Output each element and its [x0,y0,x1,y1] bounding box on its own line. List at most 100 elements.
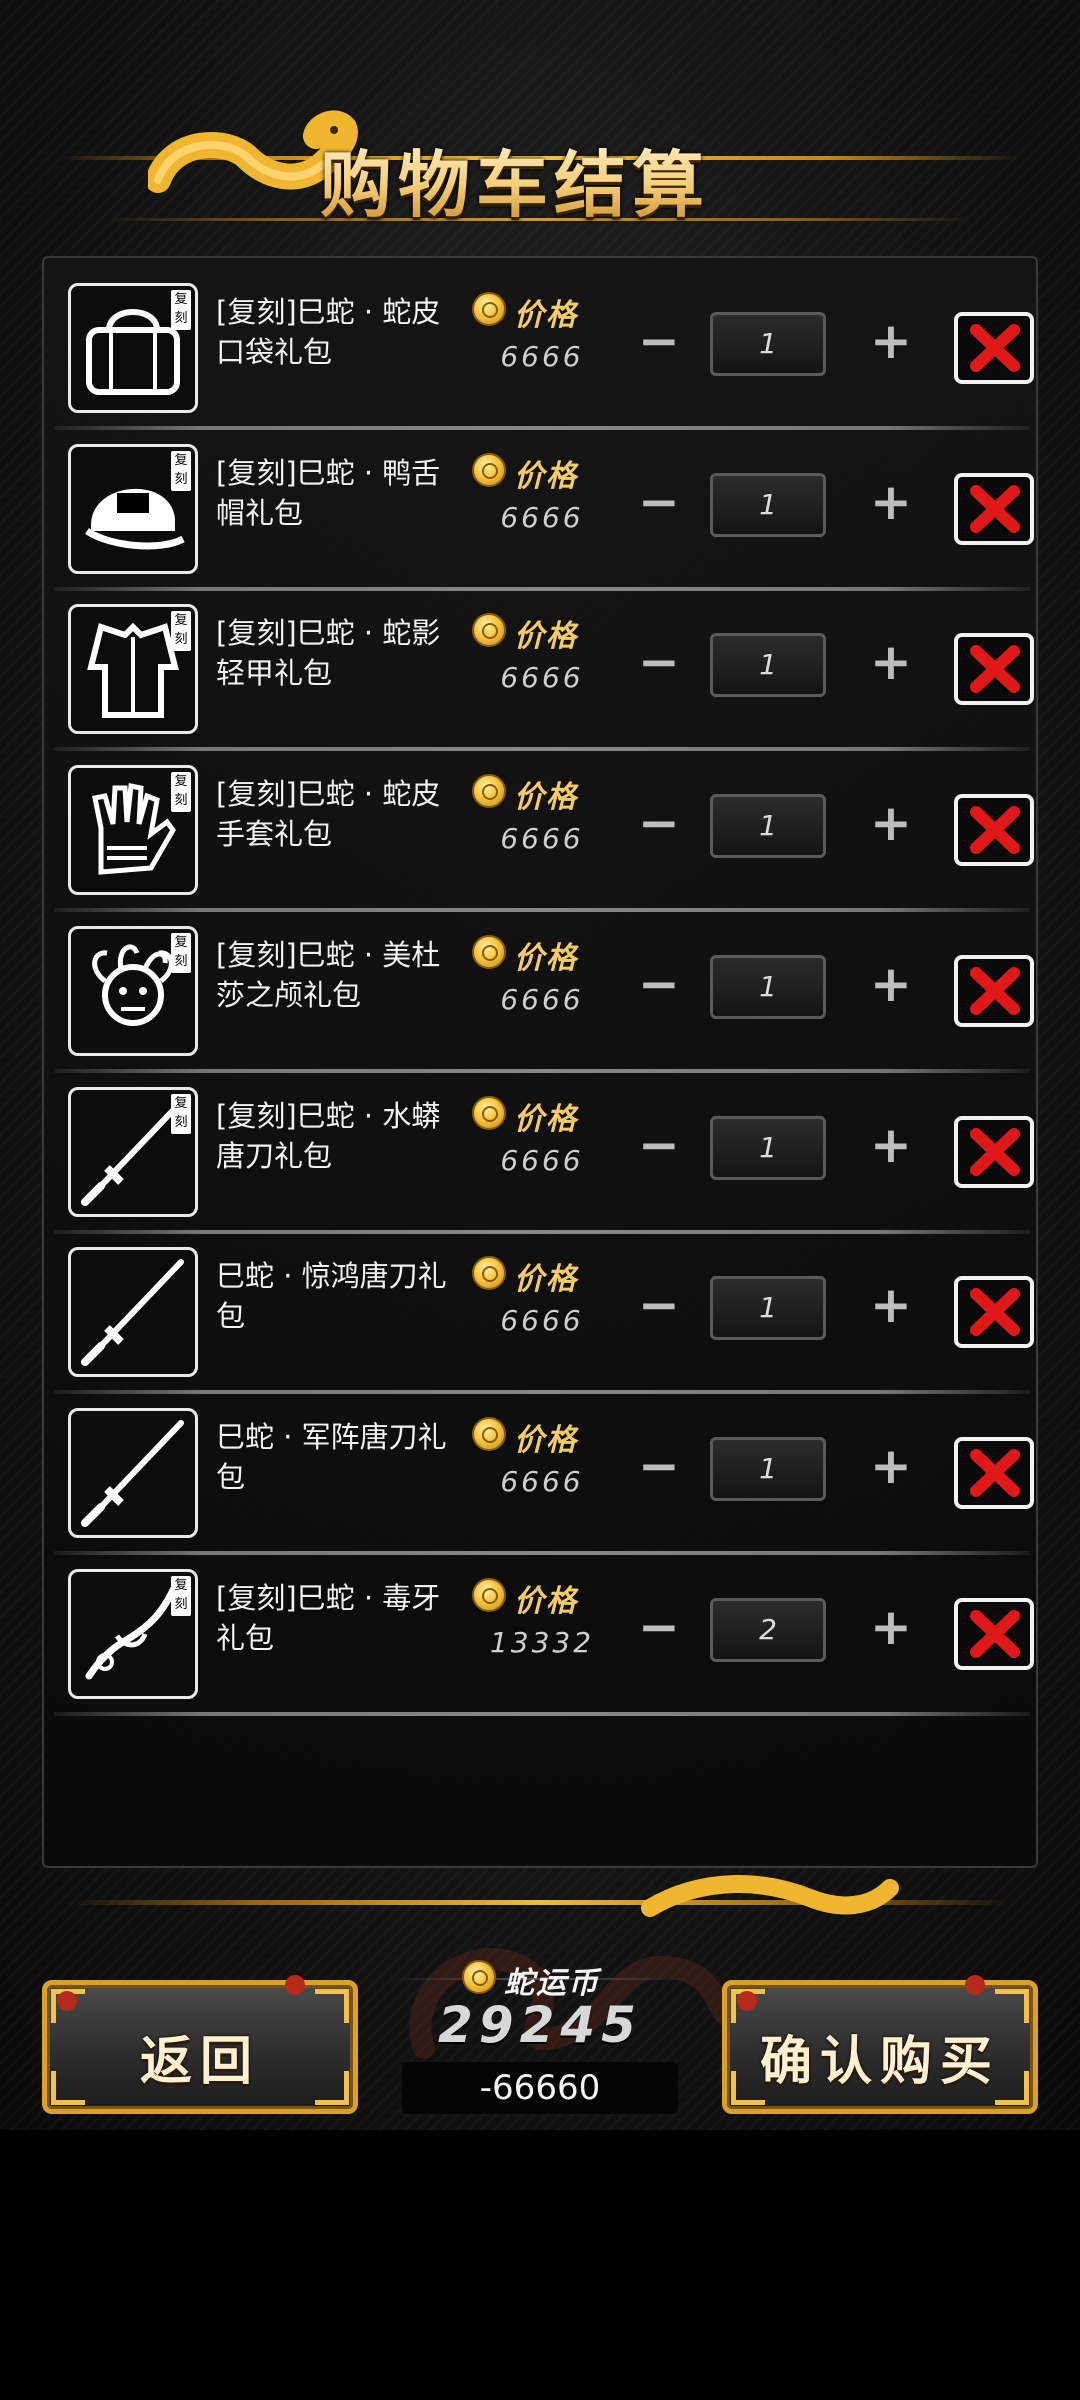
cart-item-row: 巳蛇 · 惊鸿唐刀礼包 价格 6666 −1 + [54,1232,1034,1395]
price-value: 13332 [489,1625,595,1659]
cart-item-row: 复刻 [复刻]巳蛇 · 蛇皮手套礼包 价格 6666 −1 + [54,750,1034,913]
remove-item-button[interactable] [954,633,1034,706]
increase-qty-button[interactable]: + [858,792,924,858]
item-name: 巳蛇 · 惊鸿唐刀礼包 [216,1259,447,1334]
decrease-qty-button[interactable]: − [626,310,692,376]
price-value: 6666 [500,982,584,1016]
tang-sword-icon [81,1259,184,1367]
reissue-badge: 复刻 [171,450,191,491]
close-x-icon [970,484,1020,533]
remove-item-button[interactable] [954,472,1034,545]
close-x-icon [970,1609,1020,1658]
quantity-field[interactable]: 1 [710,472,826,537]
price-value: 6666 [500,822,584,856]
cart-item-row: 复刻 [复刻]巳蛇 · 毒牙礼包 价格 13332−2 + [54,1554,1034,1716]
price-label: 价格 [514,619,578,655]
snake-coin-icon [462,1960,496,1994]
quantity-field[interactable]: 1 [710,1276,826,1341]
item-price: 价格 6666 [472,1415,622,1535]
quantity-field[interactable]: 1 [710,794,826,859]
quantity-field[interactable]: 1 [710,954,826,1019]
row-divider [54,1711,1030,1716]
reissue-badge: 复刻 [171,772,191,813]
remove-item-button[interactable] [954,954,1034,1027]
item-price: 价格 6666 [472,772,622,892]
decrease-qty-button[interactable]: − [626,631,692,697]
back-button[interactable]: 返回 [42,1975,358,2114]
item-thumbnail[interactable] [68,1407,198,1538]
flower-ornament-icon [737,1991,757,2011]
cart-item-row: 复刻 [复刻]巳蛇 · 鸭舌帽礼包 价格 6666 −1 + [54,429,1034,591]
reissue-badge: 复刻 [171,1093,191,1134]
item-thumbnail[interactable]: 复刻 [68,1568,198,1699]
confirm-purchase-button[interactable]: 确认购买 [722,1975,1038,2114]
increase-qty-button[interactable]: + [858,471,924,537]
decrease-qty-button[interactable]: − [626,1596,692,1662]
item-price: 价格 6666 [472,290,622,410]
remove-item-button[interactable] [954,794,1034,867]
quantity-field[interactable]: 1 [710,1115,826,1180]
wallet-summary: 蛇运币 29245 -66660 [392,1958,688,2118]
quantity-field[interactable]: 1 [710,312,826,376]
close-x-icon [970,1448,1020,1497]
price-value: 6666 [500,661,584,695]
increase-qty-button[interactable]: + [858,310,924,376]
item-price: 价格 6666 [472,1094,622,1214]
decrease-qty-button[interactable]: − [626,792,692,858]
decrease-qty-button[interactable]: − [626,953,692,1019]
coin-icon [472,934,506,969]
item-price: 价格 6666 [472,611,622,731]
quantity-field[interactable]: 1 [710,633,826,698]
golden-snake-tail-icon [641,1875,899,1917]
item-thumbnail[interactable] [68,1247,198,1378]
item-price: 价格 6666 [472,1254,622,1374]
increase-qty-button[interactable]: + [858,631,924,697]
item-thumbnail[interactable]: 复刻 [68,925,198,1056]
price-label: 价格 [514,1422,578,1458]
decrease-qty-button[interactable]: − [626,471,692,537]
item-name: 巳蛇 · 军阵唐刀礼包 [216,1419,447,1494]
quantity-field[interactable]: 1 [710,1436,826,1501]
corner-ornament [995,1989,1029,2023]
price-label: 价格 [514,1583,578,1619]
remove-item-button[interactable] [954,1115,1034,1188]
item-name: [复刻]巳蛇 · 蛇皮口袋礼包 [216,295,441,369]
total-cost: -66660 [402,2062,678,2114]
item-thumbnail[interactable]: 复刻 [68,443,198,574]
remove-item-button[interactable] [954,1276,1034,1349]
remove-item-button[interactable] [954,1436,1034,1509]
cart-item-row: 复刻 [复刻]巳蛇 · 美杜莎之颅礼包 价格 6666 −1 + [54,911,1034,1073]
price-label: 价格 [514,298,578,333]
increase-qty-button[interactable]: + [858,953,924,1019]
increase-qty-button[interactable]: + [858,1596,924,1662]
decrease-qty-button[interactable]: − [626,1274,692,1340]
price-label: 价格 [514,780,578,816]
remove-item-button[interactable] [954,312,1034,384]
corner-ornament [315,1989,349,2023]
increase-qty-button[interactable]: + [858,1114,924,1180]
decrease-qty-button[interactable]: − [626,1435,692,1501]
price-label: 价格 [514,1262,578,1298]
item-thumbnail[interactable]: 复刻 [68,1086,198,1217]
quantity-field[interactable]: 2 [710,1597,826,1662]
remove-item-button[interactable] [954,1597,1034,1670]
item-thumbnail[interactable]: 复刻 [68,283,198,413]
coin-balance: 29245 [438,1996,642,2054]
item-thumbnail[interactable]: 复刻 [68,604,198,735]
item-price: 价格 6666 [472,451,622,571]
close-x-icon [970,806,1020,855]
cart-item-row: 复刻 [复刻]巳蛇 · 蛇影轻甲礼包 价格 6666 −1 + [54,589,1034,752]
cart-list[interactable]: 复刻 [复刻]巳蛇 · 蛇皮口袋礼包 价格 6666−1 + 复刻 [复刻]巳蛇 · 鸭舌帽… [42,256,1038,2059]
price-value: 6666 [500,500,584,534]
tang-sword-icon [81,1419,184,1527]
increase-qty-button[interactable]: + [858,1274,924,1340]
increase-qty-button[interactable]: + [858,1435,924,1501]
cart-item-row: 复刻 [复刻]巳蛇 · 水蟒唐刀礼包 价格 6666 −1 + [54,1072,1034,1234]
item-thumbnail[interactable]: 复刻 [68,765,198,896]
decrease-qty-button[interactable]: − [626,1114,692,1180]
flower-ornament-icon [965,1975,985,1995]
coin-icon [472,774,506,809]
header: 购物车结算 [0,90,1080,240]
item-name: [复刻]巳蛇 · 毒牙礼包 [216,1580,441,1655]
background: 购物车结算 复刻 [复刻]巳蛇 · 蛇皮口袋礼包 价格 6666−1 + 复刻 [复刻]巳蛇… [0,0,1080,2130]
